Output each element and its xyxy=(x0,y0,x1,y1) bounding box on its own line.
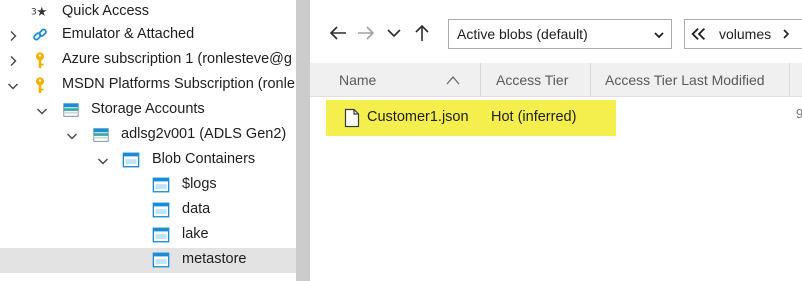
blob-containers-icon xyxy=(121,150,141,170)
tree-item-label: metastore xyxy=(182,251,247,267)
tree-item-label: data xyxy=(182,201,211,217)
chevron-right-icon[interactable] xyxy=(6,29,20,43)
sort-ascending-icon[interactable] xyxy=(446,74,460,86)
back-button[interactable] xyxy=(326,20,350,46)
panel-splitter[interactable] xyxy=(296,0,310,281)
column-header-label: Name xyxy=(339,72,377,88)
chevron-down-icon[interactable] xyxy=(35,104,49,118)
column-header-name[interactable]: Name xyxy=(310,63,481,97)
container-icon xyxy=(151,250,171,270)
tree-item-label: Azure subscription 1 (ronlesteve@g xyxy=(62,51,292,67)
up-button[interactable] xyxy=(410,20,434,46)
chevron-down-icon[interactable] xyxy=(96,154,110,168)
tree-item-label: Quick Access xyxy=(62,3,150,19)
view-select[interactable]: Active blobs (default) xyxy=(448,19,672,49)
tree-item[interactable]: MSDN Platforms Subscription (ronle xyxy=(0,73,296,98)
chevron-right-icon[interactable] xyxy=(780,28,792,40)
container-icon xyxy=(151,225,171,245)
column-header-access-tier-last-modified[interactable]: Access Tier Last Modified xyxy=(591,63,790,97)
double-chevron-left-icon[interactable] xyxy=(685,20,713,48)
tree-item-label: $logs xyxy=(182,176,217,192)
table-row[interactable]: Customer1.json Hot (inferred) xyxy=(326,100,616,136)
link-icon xyxy=(30,25,50,45)
storage-accounts-icon xyxy=(61,100,81,120)
key-icon xyxy=(30,75,50,95)
quick-access-icon: 3 xyxy=(30,2,50,22)
view-select-value: Active blobs (default) xyxy=(457,26,588,42)
chevron-down-icon[interactable] xyxy=(65,129,79,143)
column-header-access-tier[interactable]: Access Tier xyxy=(481,63,591,97)
explorer-tree: 3 Quick Access Emulator & Attached Azure su… xyxy=(0,0,296,281)
forward-button[interactable] xyxy=(354,20,378,46)
file-icon xyxy=(344,108,360,128)
up-arrow-icon xyxy=(415,24,429,41)
chevron-down-icon xyxy=(387,29,401,38)
blob-access-tier: Hot (inferred) xyxy=(491,109,577,125)
tree-item-label: Emulator & Attached xyxy=(62,26,195,42)
blob-list: Customer1.json Hot (inferred) 9 xyxy=(310,97,802,281)
tree-item[interactable]: adlsg2v001 (ADLS Gen2) xyxy=(0,123,296,148)
tree-item[interactable]: $logs xyxy=(0,173,296,198)
tree-item-label: adlsg2v001 (ADLS Gen2) xyxy=(121,126,287,142)
breadcrumb-segment[interactable]: volumes xyxy=(719,26,771,42)
tree-item[interactable]: Azure subscription 1 (ronlesteve@g xyxy=(0,48,296,73)
container-icon xyxy=(151,175,171,195)
back-arrow-icon xyxy=(329,26,346,40)
tree-item[interactable]: metastore xyxy=(0,248,296,273)
container-icon xyxy=(151,200,171,220)
chevron-down-icon[interactable] xyxy=(6,79,20,93)
storage-account-icon xyxy=(91,125,111,145)
tree-item[interactable]: Blob Containers xyxy=(0,148,296,173)
chevron-down-icon xyxy=(654,32,664,39)
column-header-label: Access Tier Last Modified xyxy=(605,72,765,88)
svg-text:3: 3 xyxy=(31,8,37,18)
history-dropdown-button[interactable] xyxy=(382,20,406,46)
column-header-label: Access Tier xyxy=(496,72,569,88)
tree-item[interactable]: 3 Quick Access xyxy=(0,0,296,25)
tree-item[interactable]: lake xyxy=(0,223,296,248)
blob-toolbar: Active blobs (default) volumes xyxy=(310,0,802,66)
tree-item-label: MSDN Platforms Subscription (ronle xyxy=(62,76,295,92)
breadcrumb[interactable]: volumes xyxy=(684,19,802,49)
blob-name: Customer1.json xyxy=(367,109,469,125)
chevron-right-icon[interactable] xyxy=(6,54,20,68)
tree-item-label: Storage Accounts xyxy=(91,101,205,117)
tree-item-label: lake xyxy=(182,226,209,242)
forward-arrow-icon xyxy=(358,26,375,40)
tree-item[interactable]: data xyxy=(0,198,296,223)
clipped-cell-text: 9 xyxy=(796,106,802,121)
grid-header: Name Access Tier Access Tier Last Modifi… xyxy=(310,63,802,97)
tree-item[interactable]: Storage Accounts xyxy=(0,98,296,123)
tree-item-label: Blob Containers xyxy=(152,151,256,167)
tree-item[interactable]: Emulator & Attached xyxy=(0,23,296,48)
key-icon xyxy=(30,50,50,70)
